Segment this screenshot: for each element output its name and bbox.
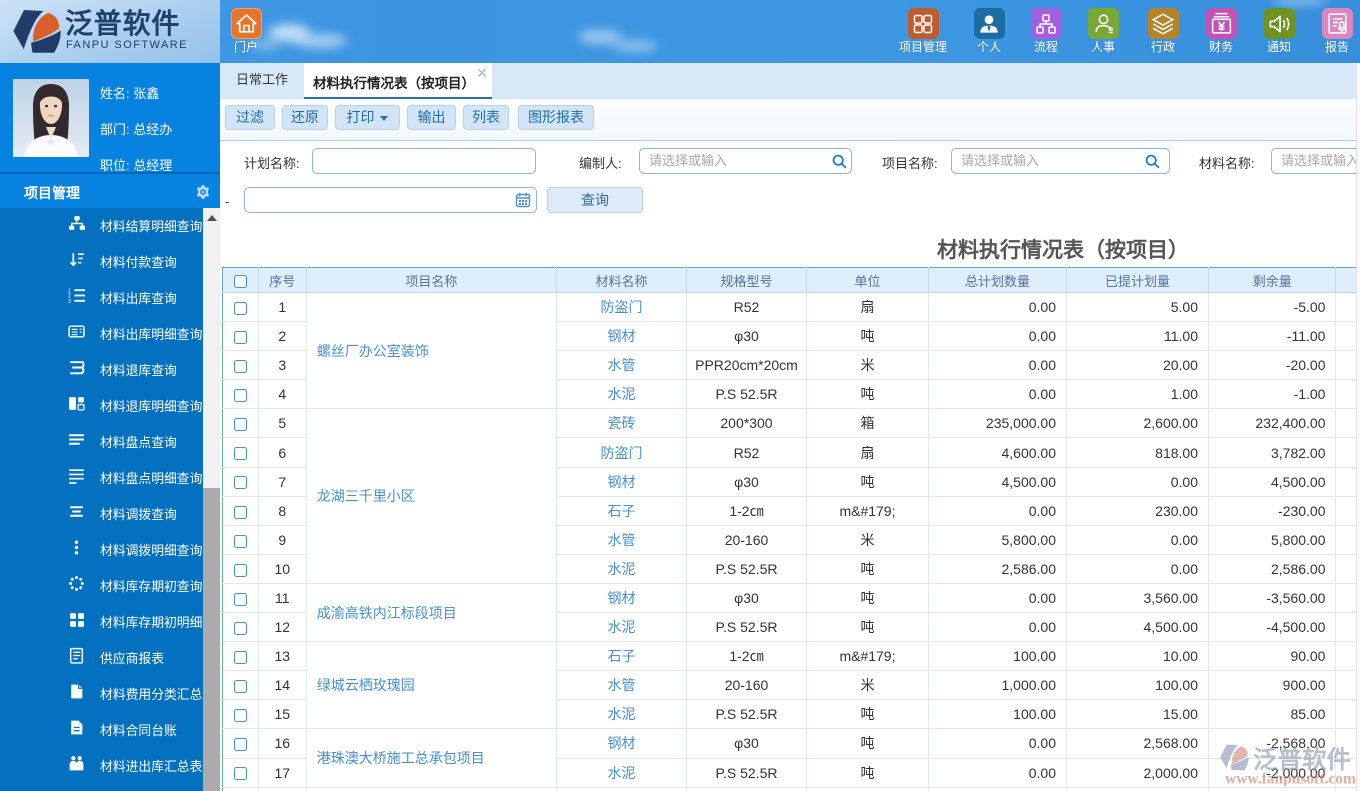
svg-text:3: 3: [68, 299, 71, 304]
svg-text:www.fanpusoft.com: www.fanpusoft.com: [1225, 771, 1356, 787]
